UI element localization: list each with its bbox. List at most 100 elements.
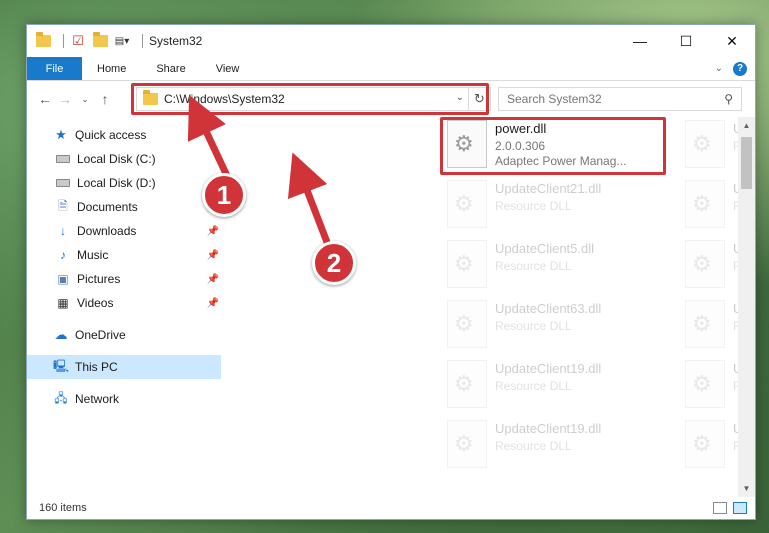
pc-icon: 🖳 bbox=[53, 358, 70, 373]
file-item[interactable]: ⚙ UpdateClient19.dll Resource DLL bbox=[443, 360, 669, 416]
new-folder-icon[interactable] bbox=[92, 32, 108, 49]
sidebar-item-label: Network bbox=[75, 392, 120, 406]
cloud-icon: ☁ bbox=[54, 327, 68, 342]
video-icon: ▦ bbox=[57, 296, 69, 310]
file-version: 2.0.0.306 bbox=[495, 139, 546, 153]
drive-icon bbox=[55, 151, 71, 167]
file-item[interactable]: ⚙ power.dll 2.0.0.306 Adaptec Power Mana… bbox=[443, 120, 669, 176]
folder-icon[interactable] bbox=[35, 32, 51, 49]
forward-arrow-icon[interactable]: → bbox=[55, 91, 75, 107]
sidebar-item-label: Local Disk (C:) bbox=[77, 152, 156, 166]
file-description: Resource DLL bbox=[495, 379, 572, 393]
tab-home[interactable]: Home bbox=[82, 57, 141, 80]
file-name: UpdateClient19.dll bbox=[495, 361, 602, 376]
file-item[interactable]: ⚙ UpdateClient21.dll Resource DLL bbox=[443, 180, 669, 236]
recent-locations-chevron-icon[interactable]: ⌄ bbox=[75, 94, 95, 105]
sidebar-item-label: OneDrive bbox=[75, 328, 126, 342]
address-bar[interactable]: C:\Windows\System32 ⌄ ↻ bbox=[136, 87, 491, 111]
window-title: System32 bbox=[149, 34, 203, 48]
file-description: Resource DLL bbox=[495, 259, 572, 273]
dll-file-icon: ⚙ bbox=[447, 120, 487, 168]
refresh-icon[interactable]: ↻ bbox=[468, 88, 490, 110]
minimize-button[interactable]: — bbox=[617, 25, 663, 57]
dll-file-icon: ⚙ bbox=[447, 360, 487, 408]
dll-file-icon: ⚙ bbox=[685, 240, 725, 288]
document-icon: 🗎 bbox=[58, 198, 68, 213]
details-view-icon[interactable] bbox=[713, 502, 727, 514]
sidebar-item-documents[interactable]: 🗎 Documents 📌 bbox=[27, 195, 221, 219]
file-name: power.dll bbox=[495, 121, 547, 136]
file-description: Adaptec Power Manag... bbox=[495, 154, 627, 168]
sidebar-item-pictures[interactable]: ▣ Pictures 📌 bbox=[27, 267, 221, 291]
file-description: Resource DLL bbox=[495, 199, 572, 213]
sidebar-item-downloads[interactable]: ↓ Downloads 📌 bbox=[27, 219, 221, 243]
sidebar-item-label: Quick access bbox=[75, 128, 147, 142]
dll-file-icon: ⚙ bbox=[685, 120, 725, 168]
close-button[interactable]: ✕ bbox=[709, 25, 755, 57]
sidebar-item-music[interactable]: ♪ Music 📌 bbox=[27, 243, 221, 267]
sidebar-item-quick-access[interactable]: ★ Quick access bbox=[27, 123, 221, 147]
sidebar-item-videos[interactable]: ▦ Videos 📌 bbox=[27, 291, 221, 315]
ribbon-tabs: File Home Share View ⌄ ? bbox=[27, 57, 755, 81]
expand-ribbon-chevron-icon[interactable]: ⌄ bbox=[715, 63, 723, 74]
dll-file-icon: ⚙ bbox=[447, 180, 487, 228]
address-dropdown-chevron-icon[interactable]: ⌄ bbox=[456, 92, 464, 103]
sidebar-item-this-pc[interactable]: 🖳 This PC bbox=[27, 355, 221, 379]
sidebar-item-local-disk-d[interactable]: Local Disk (D:) bbox=[27, 171, 221, 195]
search-placeholder: Search System32 bbox=[507, 92, 602, 106]
status-bar: 160 items bbox=[27, 497, 755, 519]
search-input[interactable]: Search System32 ⚲ bbox=[498, 87, 742, 111]
navigation-pane: ★ Quick access Local Disk (C:) Local Dis… bbox=[27, 117, 221, 497]
pin-icon[interactable]: 📌 bbox=[207, 226, 219, 237]
item-count: 160 items bbox=[39, 502, 87, 514]
customize-toolbar-icon[interactable]: ▤▾ bbox=[114, 33, 130, 49]
back-arrow-icon[interactable]: ← bbox=[35, 91, 55, 107]
callout-badge-1: 1 bbox=[202, 173, 246, 217]
sidebar-item-onedrive[interactable]: ☁ OneDrive bbox=[27, 323, 221, 347]
sidebar-item-label: This PC bbox=[75, 360, 118, 374]
main-area: ★ Quick access Local Disk (C:) Local Dis… bbox=[27, 117, 755, 497]
scroll-thumb[interactable] bbox=[741, 137, 752, 189]
pin-icon[interactable]: 📌 bbox=[207, 274, 219, 285]
scroll-up-arrow-icon[interactable]: ▲ bbox=[738, 117, 755, 134]
file-item[interactable]: ⚙ UpdateClient19.dll Resource DLL bbox=[443, 420, 669, 476]
dll-file-icon: ⚙ bbox=[685, 360, 725, 408]
tab-file[interactable]: File bbox=[27, 57, 82, 80]
file-name: UpdateClient19.dll bbox=[495, 421, 602, 436]
file-item[interactable]: ⚙ UpdateClient5.dll Resource DLL bbox=[443, 240, 669, 296]
divider bbox=[142, 34, 143, 48]
sidebar-item-local-disk-c[interactable]: Local Disk (C:) bbox=[27, 147, 221, 171]
scroll-down-arrow-icon[interactable]: ▼ bbox=[738, 480, 755, 497]
large-icons-view-icon[interactable] bbox=[733, 502, 747, 514]
pin-icon[interactable]: 📌 bbox=[207, 250, 219, 261]
vertical-scrollbar[interactable]: ▲ ▼ bbox=[738, 117, 755, 497]
sidebar-item-label: Downloads bbox=[77, 224, 137, 238]
dll-file-icon: ⚙ bbox=[685, 180, 725, 228]
sidebar-item-label: Pictures bbox=[77, 272, 121, 286]
address-path: C:\Windows\System32 bbox=[164, 92, 285, 106]
address-row: ← → ⌄ ↑ C:\Windows\System32 ⌄ ↻ Search S… bbox=[27, 81, 755, 117]
file-name: UpdateClient21.dll bbox=[495, 181, 602, 196]
search-icon[interactable]: ⚲ bbox=[724, 92, 733, 106]
sidebar-item-network[interactable]: 🖧 Network bbox=[27, 387, 221, 411]
maximize-button[interactable]: ☐ bbox=[663, 25, 709, 57]
file-name: UpdateClient63.dll bbox=[495, 301, 602, 316]
divider bbox=[63, 34, 64, 48]
callout-badge-2: 2 bbox=[312, 241, 356, 285]
window-controls: — ☐ ✕ bbox=[617, 25, 755, 57]
file-name: UpdateClient5.dll bbox=[495, 241, 595, 256]
tab-share[interactable]: Share bbox=[141, 57, 200, 80]
pin-icon[interactable]: 📌 bbox=[207, 298, 219, 309]
title-bar: ☑ ▤▾ System32 — ☐ ✕ bbox=[27, 25, 755, 57]
sidebar-item-label: Documents bbox=[77, 200, 138, 214]
file-list: ⚙ power.dll 2.0.0.306 Adaptec Power Mana… bbox=[221, 117, 755, 497]
tab-view[interactable]: View bbox=[201, 57, 255, 80]
up-arrow-icon[interactable]: ↑ bbox=[95, 91, 115, 107]
network-icon: 🖧 bbox=[54, 390, 68, 405]
help-icon[interactable]: ? bbox=[733, 61, 747, 76]
dll-file-icon: ⚙ bbox=[447, 300, 487, 348]
properties-icon[interactable]: ☑ bbox=[70, 33, 86, 49]
dll-file-icon: ⚙ bbox=[685, 420, 725, 468]
file-item[interactable]: ⚙ UpdateClient63.dll Resource DLL bbox=[443, 300, 669, 356]
dll-file-icon: ⚙ bbox=[685, 300, 725, 348]
